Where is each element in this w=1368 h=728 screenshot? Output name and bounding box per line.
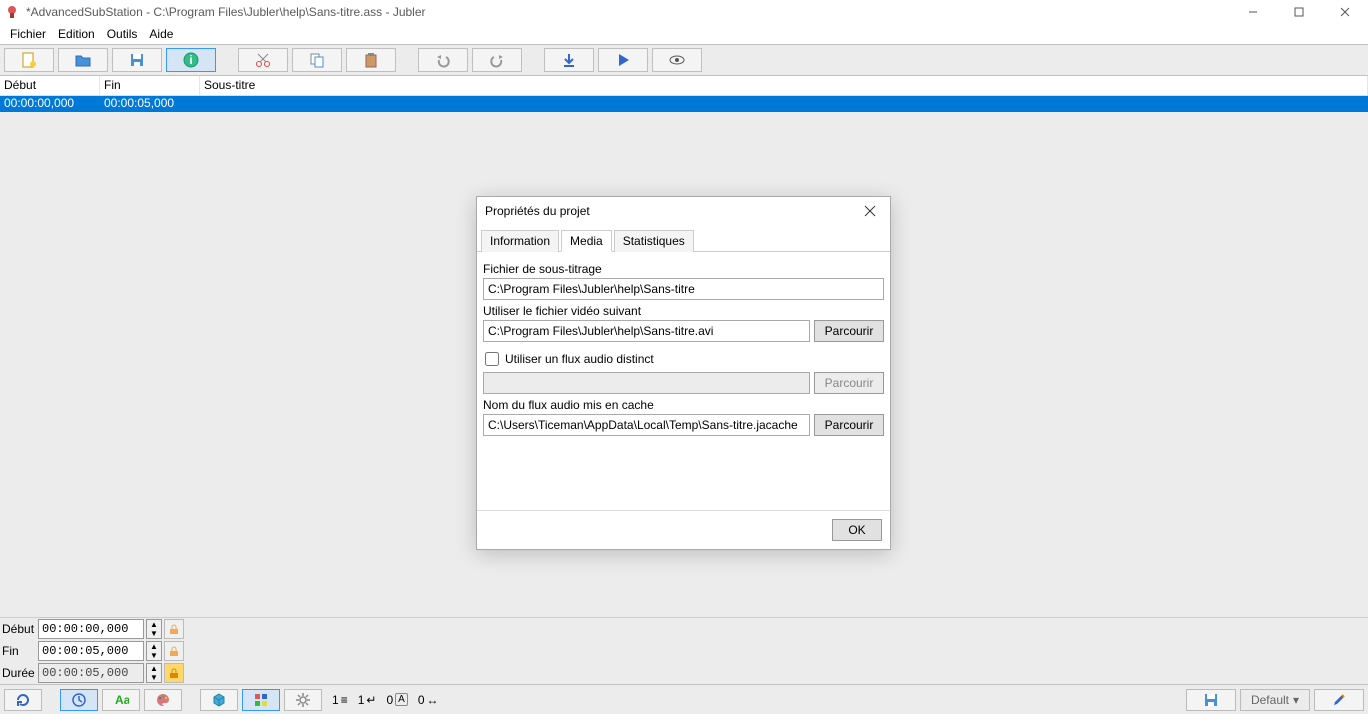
download-button[interactable] <box>544 48 594 72</box>
cut-button[interactable] <box>238 48 288 72</box>
time-end-input[interactable]: 00:00:05,000 <box>38 641 144 661</box>
header-start[interactable]: Début <box>0 76 100 95</box>
window-title: *AdvancedSubStation - C:\Program Files\J… <box>26 5 1230 19</box>
project-properties-dialog: Propriétés du projet Information Media S… <box>476 196 891 550</box>
chevron-down-icon: ▾ <box>1293 693 1299 707</box>
undo-button[interactable] <box>418 48 468 72</box>
audio-cache-input[interactable]: C:\Users\Ticeman\AppData\Local\Temp\Sans… <box>483 414 810 436</box>
time-start-input[interactable]: 00:00:00,000 <box>38 619 144 639</box>
svg-text:i: i <box>189 53 192 67</box>
info-button[interactable]: i <box>166 48 216 72</box>
play-button[interactable] <box>598 48 648 72</box>
menu-bar: Fichier Edition Outils Aide <box>0 24 1368 44</box>
minimize-button[interactable] <box>1230 0 1276 24</box>
menu-tools[interactable]: Outils <box>101 25 144 43</box>
a-marker-icon: A <box>395 693 408 706</box>
time-end-label: Fin <box>0 644 36 658</box>
reload-button[interactable] <box>4 689 42 711</box>
subtitle-file-label: Fichier de sous-titrage <box>483 262 884 276</box>
time-duration-input: 00:00:05,000 <box>38 663 144 683</box>
menu-edit[interactable]: Edition <box>52 25 101 43</box>
new-file-button[interactable] <box>4 48 54 72</box>
time-end-spinner[interactable]: ▲▼ <box>146 641 162 661</box>
browse-cache-button[interactable]: Parcourir <box>814 414 884 436</box>
table-row[interactable]: 00:00:00,000 00:00:05,000 <box>0 96 1368 112</box>
time-end-lock[interactable] <box>164 641 184 661</box>
lines-icon: ≡ <box>341 693 348 707</box>
main-toolbar: i <box>0 44 1368 76</box>
palette-button[interactable] <box>144 689 182 711</box>
edit-button[interactable] <box>1314 689 1364 711</box>
browse-audio-button: Parcourir <box>814 372 884 394</box>
ok-button[interactable]: OK <box>832 519 882 541</box>
bottom-toolbar: Aa 1 ≡ 1 ↵ 0 A 0 ↔ Default ▾ <box>0 684 1368 714</box>
menu-file[interactable]: Fichier <box>4 25 52 43</box>
dialog-title: Propriétés du projet <box>485 204 858 218</box>
distinct-audio-label: Utiliser un flux audio distinct <box>505 352 654 366</box>
width-icon: ↔ <box>427 693 439 707</box>
style-default-dropdown[interactable]: Default ▾ <box>1240 689 1310 711</box>
header-end[interactable]: Fin <box>100 76 200 95</box>
svg-text:Aa: Aa <box>115 693 129 707</box>
cell-text <box>200 96 1368 112</box>
time-duration-lock[interactable] <box>164 663 184 683</box>
video-file-label: Utiliser le fichier vidéo suivant <box>483 304 884 318</box>
redo-button[interactable] <box>472 48 522 72</box>
browse-video-button[interactable]: Parcourir <box>814 320 884 342</box>
time-start-lock[interactable] <box>164 619 184 639</box>
subtitle-table-header: Début Fin Sous-titre <box>0 76 1368 96</box>
font-button[interactable]: Aa <box>102 689 140 711</box>
close-button[interactable] <box>1322 0 1368 24</box>
maximize-button[interactable] <box>1276 0 1322 24</box>
copy-button[interactable] <box>292 48 342 72</box>
save-bottom-button[interactable] <box>1186 689 1236 711</box>
paste-button[interactable] <box>346 48 396 72</box>
dialog-close-button[interactable] <box>858 199 882 223</box>
cell-start: 00:00:00,000 <box>0 96 100 112</box>
cube-button[interactable] <box>200 689 238 711</box>
audio-cache-label: Nom du flux audio mis en cache <box>483 398 884 412</box>
cell-end: 00:00:05,000 <box>100 96 200 112</box>
video-file-input[interactable]: C:\Program Files\Jubler\help\Sans-titre.… <box>483 320 810 342</box>
header-subtitle[interactable]: Sous-titre <box>200 76 1368 95</box>
preview-button[interactable] <box>652 48 702 72</box>
save-file-button[interactable] <box>112 48 162 72</box>
clock-button[interactable] <box>60 689 98 711</box>
tab-statistics[interactable]: Statistiques <box>614 230 694 252</box>
time-start-label: Début <box>0 622 36 636</box>
status-indicators: 1 ≡ 1 ↵ 0 A 0 ↔ <box>332 693 439 707</box>
tab-information[interactable]: Information <box>481 230 559 252</box>
gear-button[interactable] <box>284 689 322 711</box>
time-duration-spinner[interactable]: ▲▼ <box>146 663 162 683</box>
menu-help[interactable]: Aide <box>143 25 179 43</box>
app-icon <box>4 4 20 20</box>
open-file-button[interactable] <box>58 48 108 72</box>
subtitle-file-input[interactable]: C:\Program Files\Jubler\help\Sans-titre <box>483 278 884 300</box>
tab-media[interactable]: Media <box>561 230 612 252</box>
time-duration-label: Durée <box>0 666 36 680</box>
distinct-audio-checkbox[interactable] <box>485 352 499 366</box>
grid-button[interactable] <box>242 689 280 711</box>
distinct-audio-input <box>483 372 810 394</box>
return-icon: ↵ <box>366 693 376 707</box>
time-panel: Début 00:00:00,000 ▲▼ Fin 00:00:05,000 ▲… <box>0 617 1368 684</box>
time-start-spinner[interactable]: ▲▼ <box>146 619 162 639</box>
title-bar: *AdvancedSubStation - C:\Program Files\J… <box>0 0 1368 24</box>
